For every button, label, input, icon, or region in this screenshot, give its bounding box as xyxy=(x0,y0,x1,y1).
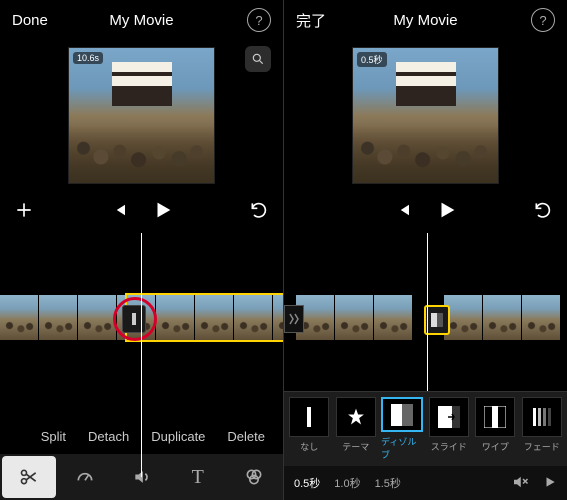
clip-thumb[interactable] xyxy=(0,295,39,340)
bar-icon xyxy=(305,405,313,429)
filters-icon xyxy=(244,467,264,487)
clip-duration-badge: 0.5秒 xyxy=(357,52,387,67)
clip-thumb[interactable] xyxy=(374,295,413,340)
clip-duration-badge: 10.6s xyxy=(73,52,103,64)
speed-tool[interactable] xyxy=(58,456,112,498)
undo-button[interactable] xyxy=(533,200,553,220)
transition-option-dissolve[interactable]: ディゾルブ xyxy=(381,397,424,461)
timeline[interactable] xyxy=(0,285,283,355)
play-small-button[interactable] xyxy=(543,475,557,492)
add-media-button[interactable] xyxy=(14,200,34,220)
delete-button[interactable]: Delete xyxy=(227,429,265,444)
transition-option-theme[interactable]: テーマ xyxy=(335,397,378,461)
play-icon xyxy=(436,199,458,221)
transition-option-none[interactable]: なし xyxy=(288,397,331,461)
help-button[interactable]: ? xyxy=(247,8,271,32)
playhead[interactable] xyxy=(141,233,142,477)
clip-group-1[interactable] xyxy=(296,295,413,340)
duration-option[interactable]: 1.5秒 xyxy=(375,475,401,491)
clip-thumb[interactable] xyxy=(39,295,78,340)
header: Done My Movie ? xyxy=(0,0,283,40)
transition-duration-bar: 0.5秒 1.0秒 1.5秒 xyxy=(284,466,567,500)
dissolve-icon xyxy=(391,404,413,426)
undo-icon xyxy=(249,200,269,220)
transition-marker[interactable] xyxy=(122,305,146,333)
skip-previous-button[interactable] xyxy=(394,201,412,219)
transition-label: テーマ xyxy=(342,440,369,453)
playhead[interactable] xyxy=(427,233,428,410)
mute-button[interactable] xyxy=(511,473,529,494)
transport-controls xyxy=(284,190,567,230)
transition-dissolve-icon xyxy=(431,313,443,327)
undo-icon xyxy=(533,200,553,220)
preview-area: 0.5秒 xyxy=(284,40,567,190)
detach-button[interactable]: Detach xyxy=(88,429,129,444)
transition-label: フェード xyxy=(524,440,560,453)
clip-start-handle[interactable] xyxy=(284,305,304,333)
cut-tool[interactable] xyxy=(2,456,56,498)
timeline[interactable] xyxy=(284,285,567,355)
preview-video[interactable]: 0.5秒 xyxy=(352,47,499,184)
play-button[interactable] xyxy=(152,199,174,221)
duration-option[interactable]: 1.0秒 xyxy=(334,475,360,491)
transition-panel: なし テーマ ディゾルブ スライド ワイプ フェード xyxy=(284,391,567,466)
plus-icon xyxy=(14,200,34,220)
skip-previous-button[interactable] xyxy=(110,201,128,219)
split-button[interactable]: Split xyxy=(41,429,66,444)
star-icon xyxy=(346,407,366,427)
clip-thumb[interactable] xyxy=(522,295,561,340)
speaker-mute-icon xyxy=(511,473,529,491)
chevron-pair-icon xyxy=(289,313,299,325)
transition-none-icon xyxy=(129,312,139,326)
transition-option-fade[interactable]: フェード xyxy=(521,397,564,461)
transition-label: ディゾルブ xyxy=(381,435,424,461)
clip-thumb[interactable] xyxy=(78,295,117,340)
header: 完了 My Movie ? xyxy=(284,0,567,40)
preview-video[interactable]: 10.6s xyxy=(68,47,215,184)
help-button[interactable]: ? xyxy=(531,8,555,32)
magnifier-icon xyxy=(251,52,265,66)
scissors-icon xyxy=(19,467,39,487)
clip-thumb[interactable] xyxy=(335,295,374,340)
filters-tool[interactable] xyxy=(227,456,281,498)
slide-icon xyxy=(438,406,460,428)
undo-button[interactable] xyxy=(249,200,269,220)
wipe-icon xyxy=(484,406,506,428)
speedometer-icon xyxy=(75,467,95,487)
preview-area: 10.6s xyxy=(0,40,283,190)
transition-option-wipe[interactable]: ワイプ xyxy=(474,397,517,461)
skip-previous-icon xyxy=(394,201,412,219)
text-tool[interactable]: T xyxy=(171,456,225,498)
clip-selection[interactable] xyxy=(125,293,283,342)
transition-label: ワイプ xyxy=(482,440,509,453)
duplicate-button[interactable]: Duplicate xyxy=(151,429,205,444)
transition-label: スライド xyxy=(431,440,467,453)
skip-previous-icon xyxy=(110,201,128,219)
project-title: My Movie xyxy=(284,12,567,29)
play-button[interactable] xyxy=(436,199,458,221)
play-fill-icon xyxy=(543,475,557,489)
clip-thumb[interactable] xyxy=(483,295,522,340)
done-button[interactable]: 完了 xyxy=(296,10,326,31)
clip-group-2[interactable] xyxy=(444,295,561,340)
transition-option-slide[interactable]: スライド xyxy=(428,397,471,461)
zoom-button[interactable] xyxy=(245,46,271,72)
transition-label: なし xyxy=(300,440,318,453)
duration-option-selected[interactable]: 0.5秒 xyxy=(294,475,320,491)
fade-icon xyxy=(531,406,553,428)
editor-screen-jp: 完了 My Movie ? 0.5秒 xyxy=(283,0,567,500)
editor-screen-en: Done My Movie ? 10.6s xyxy=(0,0,283,500)
done-button[interactable]: Done xyxy=(12,12,48,29)
play-icon xyxy=(152,199,174,221)
transport-controls xyxy=(0,190,283,230)
